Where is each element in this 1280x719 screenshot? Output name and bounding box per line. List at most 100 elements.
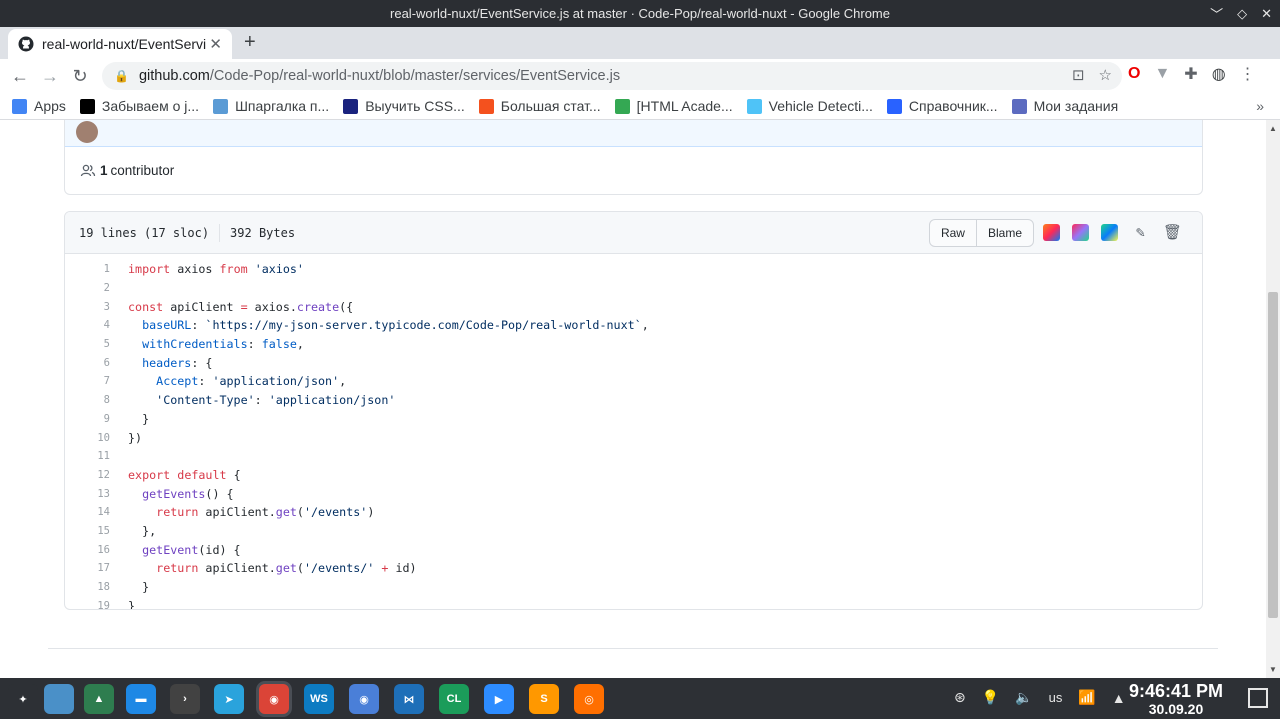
keyboard-layout[interactable]: us	[1049, 690, 1063, 705]
taskbar-desktop-pager-icon[interactable]	[44, 684, 74, 714]
steam-icon[interactable]: ⊛	[954, 689, 966, 706]
profile-avatar-icon[interactable]: ◍	[1212, 64, 1226, 84]
taskbar-firefox-icon[interactable]: ◎	[574, 684, 604, 714]
taskbar-chromium-icon[interactable]: ◉	[349, 684, 379, 714]
taskbar-chrome-icon[interactable]: ◉	[259, 684, 289, 714]
webstorm-icon[interactable]	[1100, 223, 1118, 241]
bookmark-item[interactable]: Большая стат...	[478, 98, 601, 114]
extensions-puzzle-icon[interactable]: ✚	[1184, 64, 1197, 84]
translate-icon[interactable]: ⊡	[1072, 66, 1085, 84]
line-number[interactable]: 7	[65, 375, 110, 387]
code-token: })	[128, 430, 143, 445]
code-line: 8 'Content-Type': 'application/json'	[65, 391, 1202, 410]
scroll-up-icon[interactable]: ▲	[1269, 124, 1277, 133]
bookmarks-overflow-icon[interactable]: »	[1256, 98, 1264, 114]
line-number[interactable]: 16	[65, 544, 110, 556]
line-number[interactable]: 11	[65, 450, 110, 462]
line-number[interactable]: 5	[65, 338, 110, 350]
line-number[interactable]: 13	[65, 488, 110, 500]
menu-kebab-icon[interactable]: ⋮	[1240, 64, 1256, 84]
line-number[interactable]: 12	[65, 469, 110, 481]
bookmark-star-icon[interactable]: ☆	[1099, 66, 1112, 84]
line-number[interactable]: 8	[65, 394, 110, 406]
clock[interactable]: 9:46:41 PM 30.09.20	[1118, 681, 1234, 717]
bookmark-item[interactable]: Забываем о j...	[79, 98, 199, 114]
line-number[interactable]: 19	[65, 600, 110, 609]
clock-date: 30.09.20	[1148, 701, 1204, 717]
line-number[interactable]: 4	[65, 319, 110, 331]
maximize-icon[interactable]: ◇	[1237, 6, 1247, 22]
line-number[interactable]: 17	[65, 562, 110, 574]
close-window-icon[interactable]: ✕	[1261, 6, 1272, 22]
bookmark-item[interactable]: Apps	[12, 98, 66, 114]
code-token: =	[240, 299, 248, 314]
taskbar-terminal-icon[interactable]: ›	[170, 684, 200, 714]
line-number[interactable]: 1	[65, 263, 110, 275]
code-line: 9 }	[65, 410, 1202, 429]
vue-devtools-icon[interactable]: ▼	[1154, 65, 1170, 83]
bookmark-item[interactable]: Шпаргалка п...	[213, 98, 329, 114]
contributors[interactable]: 1 contributor	[80, 163, 174, 178]
bookmark-item[interactable]: Мои задания	[1011, 98, 1118, 114]
scrollbar-thumb[interactable]	[1268, 292, 1278, 618]
notifications-bulb-icon[interactable]: 💡	[982, 689, 999, 706]
volume-icon[interactable]: 🔈	[1015, 689, 1032, 706]
line-content: }	[110, 599, 135, 609]
taskbar-telegram-icon[interactable]: ➤	[214, 684, 244, 714]
tab-close-icon[interactable]: ✕	[209, 35, 222, 53]
line-number[interactable]: 9	[65, 413, 110, 425]
avatar[interactable]	[76, 121, 98, 143]
line-number[interactable]: 2	[65, 282, 110, 294]
taskbar-file-manager-icon[interactable]: ▬	[126, 684, 156, 714]
delete-trash-icon[interactable]: 🗑	[1163, 223, 1182, 241]
taskbar-sublime-icon[interactable]: S	[529, 684, 559, 714]
code-token: default	[177, 467, 227, 482]
taskbar-launcher-icon[interactable]: ✦	[8, 684, 38, 714]
line-content: export default {	[110, 468, 241, 482]
browser-tab[interactable]: real-world-nuxt/EventService.js at m ✕	[8, 29, 232, 59]
code-token: return	[156, 505, 199, 520]
code-line: 18 }	[65, 578, 1202, 597]
line-content: })	[110, 431, 142, 445]
taskbar-files-icon[interactable]: ▲	[84, 684, 114, 714]
bookmark-item[interactable]: Выучить CSS...	[343, 98, 465, 114]
window-controls: ﹀ ◇ ✕	[1210, 0, 1272, 27]
line-number[interactable]: 18	[65, 581, 110, 593]
reload-icon[interactable]: ↻	[68, 64, 92, 88]
line-number[interactable]: 3	[65, 301, 110, 313]
page-scrollbar[interactable]: ▲ ▼	[1266, 120, 1280, 678]
new-tab-button[interactable]: +	[244, 31, 256, 54]
code-line: 19}	[65, 596, 1202, 609]
opera-extension-icon[interactable]: O	[1128, 65, 1140, 83]
jetbrains-ide-icon[interactable]	[1042, 223, 1060, 241]
address-bar[interactable]: 🔒 github.com /Code-Pop/real-world-nuxt/b…	[102, 62, 1122, 90]
taskbar-zoom-icon[interactable]: ▶	[484, 684, 514, 714]
line-number[interactable]: 14	[65, 506, 110, 518]
code-line: 10})	[65, 428, 1202, 447]
scroll-down-icon[interactable]: ▼	[1269, 665, 1277, 674]
taskbar-webstorm-icon[interactable]: WS	[304, 684, 334, 714]
back-icon[interactable]: ←	[8, 64, 32, 88]
code-token: {	[226, 467, 241, 482]
bookmark-item[interactable]: Справочник...	[886, 98, 998, 114]
forward-icon[interactable]: →	[38, 64, 62, 88]
edit-pencil-icon[interactable]: ✎	[1136, 223, 1145, 241]
line-number[interactable]: 6	[65, 357, 110, 369]
code-token: false	[261, 337, 297, 352]
taskbar-clion-icon[interactable]: CL	[439, 684, 469, 714]
show-desktop-button[interactable]	[1248, 688, 1268, 708]
line-number[interactable]: 10	[65, 432, 110, 444]
blame-button[interactable]: Blame	[975, 220, 1033, 246]
bookmark-item[interactable]: Vehicle Detecti...	[746, 98, 873, 114]
wifi-icon[interactable]: 📶	[1078, 689, 1095, 706]
raw-button[interactable]: Raw	[930, 220, 976, 246]
bookmark-item[interactable]: [HTML Acade...	[614, 98, 733, 114]
taskbar-vscode-icon[interactable]: ⋈	[394, 684, 424, 714]
minimize-icon[interactable]: ﹀	[1210, 4, 1223, 23]
line-number[interactable]: 15	[65, 525, 110, 537]
file-size: 392 Bytes	[230, 225, 296, 240]
phpstorm-icon[interactable]	[1071, 223, 1089, 241]
